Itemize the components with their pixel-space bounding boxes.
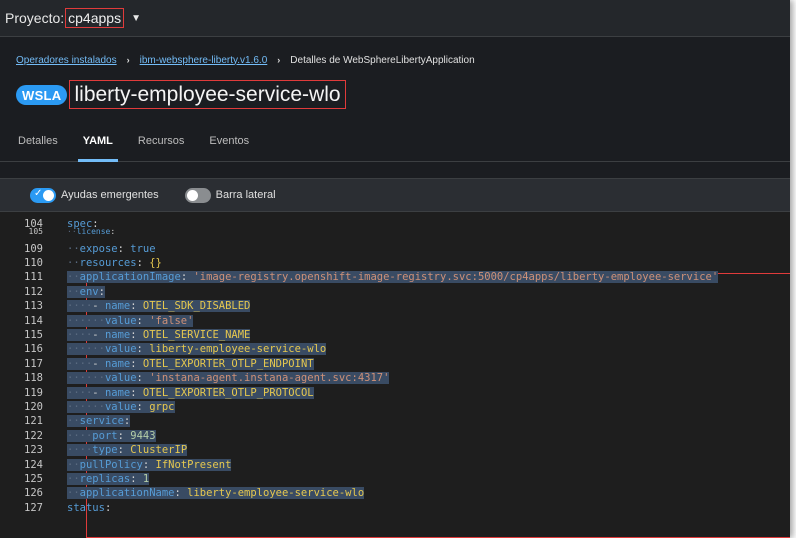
check-icon: ✓ bbox=[34, 187, 43, 199]
line-number: 122 bbox=[24, 429, 43, 442]
code-line[interactable]: 127 status: bbox=[0, 501, 111, 515]
code-text: ····type: ClusterIP bbox=[67, 444, 188, 457]
code-line[interactable]: 111 ··applicationImage: 'image-registry.o… bbox=[0, 270, 719, 284]
line-number: 126 bbox=[24, 487, 43, 500]
code-text: ··replicas: 1 bbox=[67, 472, 150, 485]
toggle-knob bbox=[43, 189, 54, 201]
line-number: 116 bbox=[24, 343, 43, 356]
yaml-editor[interactable]: 104 spec: 105 ··license: 109 ··expose: true 11… bbox=[0, 212, 790, 538]
page-header: Operadores instalados › ibm-websphere-li… bbox=[0, 37, 790, 120]
code-text: ··resources: {} bbox=[67, 256, 162, 269]
line-number: 105 bbox=[28, 226, 43, 236]
resource-kind-badge: WSLA bbox=[16, 84, 68, 105]
code-text: ······value: liberty-employee-service-wl… bbox=[67, 343, 327, 356]
line-number: 113 bbox=[24, 300, 43, 313]
breadcrumb-operator[interactable]: ibm-websphere-liberty.v1.6.0 bbox=[140, 55, 268, 66]
popups-toggle-label: Ayudas emergentes bbox=[61, 189, 159, 201]
spacer bbox=[0, 162, 790, 178]
code-text: ··env: bbox=[67, 285, 105, 298]
code-text: ····port: 9443 bbox=[67, 429, 156, 442]
line-number: 109 bbox=[24, 242, 43, 255]
line-number: 124 bbox=[24, 458, 43, 471]
code-text: status: bbox=[67, 501, 112, 514]
code-line[interactable]: 115 ····- name: OTEL_SERVICE_NAME bbox=[0, 328, 251, 342]
code-text: ······value: grpc bbox=[67, 400, 175, 413]
line-number: 120 bbox=[24, 400, 43, 413]
line-number: 118 bbox=[24, 372, 43, 385]
code-line[interactable]: 117 ····- name: OTEL_EXPORTER_OTLP_ENDPOI… bbox=[0, 357, 314, 371]
code-text: ····- name: OTEL_EXPORTER_OTLP_ENDPOINT bbox=[67, 357, 314, 370]
tab-resources[interactable]: Recursos bbox=[138, 135, 184, 161]
line-number: 115 bbox=[24, 328, 43, 341]
tab-details[interactable]: Detalles bbox=[18, 135, 58, 161]
code-text: ··expose: true bbox=[67, 242, 156, 255]
line-number: 111 bbox=[24, 271, 43, 284]
line-number: 119 bbox=[24, 386, 43, 399]
code-line[interactable]: 114 ······value: 'false' bbox=[0, 313, 194, 327]
title-row: WSLA liberty-employee-service-wlo bbox=[16, 80, 790, 109]
page-title: liberty-employee-service-wlo bbox=[69, 80, 346, 109]
tab-yaml[interactable]: YAML bbox=[77, 135, 119, 162]
code-line[interactable]: 109 ··expose: true bbox=[0, 241, 156, 255]
app-window: Proyecto: cp4apps ▼ Operadores instalado… bbox=[0, 0, 790, 538]
line-number: 121 bbox=[24, 415, 43, 428]
code-line[interactable]: 119 ····- name: OTEL_EXPORTER_OTLP_PROTOC… bbox=[0, 385, 314, 399]
line-number: 110 bbox=[24, 256, 43, 269]
code-text: ··service: bbox=[67, 415, 131, 428]
code-line[interactable]: 124 ··pullPolicy: IfNotPresent bbox=[0, 457, 232, 471]
line-number: 127 bbox=[24, 501, 43, 514]
code-text: ······value: 'false' bbox=[67, 314, 194, 327]
code-text: ··pullPolicy: IfNotPresent bbox=[67, 458, 232, 471]
popups-toggle[interactable]: ✓ bbox=[30, 187, 56, 203]
breadcrumb-current: Detalles de WebSphereLibertyApplication bbox=[290, 54, 475, 66]
code-line[interactable]: 120 ······value: grpc bbox=[0, 400, 175, 414]
code-line[interactable]: 125 ··replicas: 1 bbox=[0, 472, 150, 486]
project-label: Proyecto: bbox=[5, 10, 65, 26]
code-line[interactable]: 110 ··resources: {} bbox=[0, 256, 162, 270]
code-line[interactable]: 123 ····type: ClusterIP bbox=[0, 443, 188, 457]
toggle-knob bbox=[186, 189, 198, 201]
code-line[interactable]: 116 ······value: liberty-employee-service… bbox=[0, 342, 327, 356]
chevron-right-icon: › bbox=[277, 55, 281, 65]
project-selector[interactable]: cp4apps bbox=[65, 8, 125, 28]
breadcrumb-installed-operators[interactable]: Operadores instalados bbox=[16, 55, 117, 66]
code-line[interactable]: 126 ··applicationName: liberty-employee-s… bbox=[0, 486, 365, 500]
line-number: 117 bbox=[24, 357, 43, 370]
line-number: 112 bbox=[24, 285, 43, 298]
code-text: ··applicationImage: 'image-registry.open… bbox=[67, 271, 719, 284]
code-text: ····- name: OTEL_EXPORTER_OTLP_PROTOCOL bbox=[67, 386, 314, 399]
code-line[interactable]: 105 ··license: bbox=[0, 226, 116, 236]
sidebar-toggle-label: Barra lateral bbox=[215, 189, 276, 201]
chevron-right-icon: › bbox=[126, 55, 130, 65]
code-line[interactable]: 112 ··env: bbox=[0, 285, 105, 299]
line-number: 114 bbox=[24, 314, 43, 327]
code-line[interactable]: 118 ······value: 'instana-agent.instana-a… bbox=[0, 371, 390, 385]
code-text: ····- name: OTEL_SERVICE_NAME bbox=[67, 328, 251, 341]
line-number: 123 bbox=[24, 444, 43, 457]
code-line[interactable]: 113 ····- name: OTEL_SDK_DISABLED bbox=[0, 299, 251, 313]
code-text: ······value: 'instana-agent.instana-agen… bbox=[67, 372, 390, 385]
code-text: ··license: bbox=[67, 226, 116, 236]
caret-down-icon[interactable]: ▼ bbox=[131, 13, 141, 24]
tab-bar: Detalles YAML Recursos Eventos bbox=[0, 120, 790, 162]
code-text: ··applicationName: liberty-employee-serv… bbox=[67, 487, 365, 500]
sidebar-toggle[interactable] bbox=[184, 187, 211, 203]
code-line[interactable]: 121 ··service: bbox=[0, 414, 131, 428]
code-text: ····- name: OTEL_SDK_DISABLED bbox=[67, 300, 251, 313]
code-line[interactable]: 122 ····port: 9443 bbox=[0, 429, 156, 443]
breadcrumb: Operadores instalados › ibm-websphere-li… bbox=[16, 52, 790, 68]
editor-toolbar: ✓ Ayudas emergentes Barra lateral bbox=[0, 178, 790, 212]
tab-events[interactable]: Eventos bbox=[209, 135, 249, 161]
project-bar: Proyecto: cp4apps ▼ bbox=[0, 0, 790, 37]
line-number: 125 bbox=[24, 472, 43, 485]
